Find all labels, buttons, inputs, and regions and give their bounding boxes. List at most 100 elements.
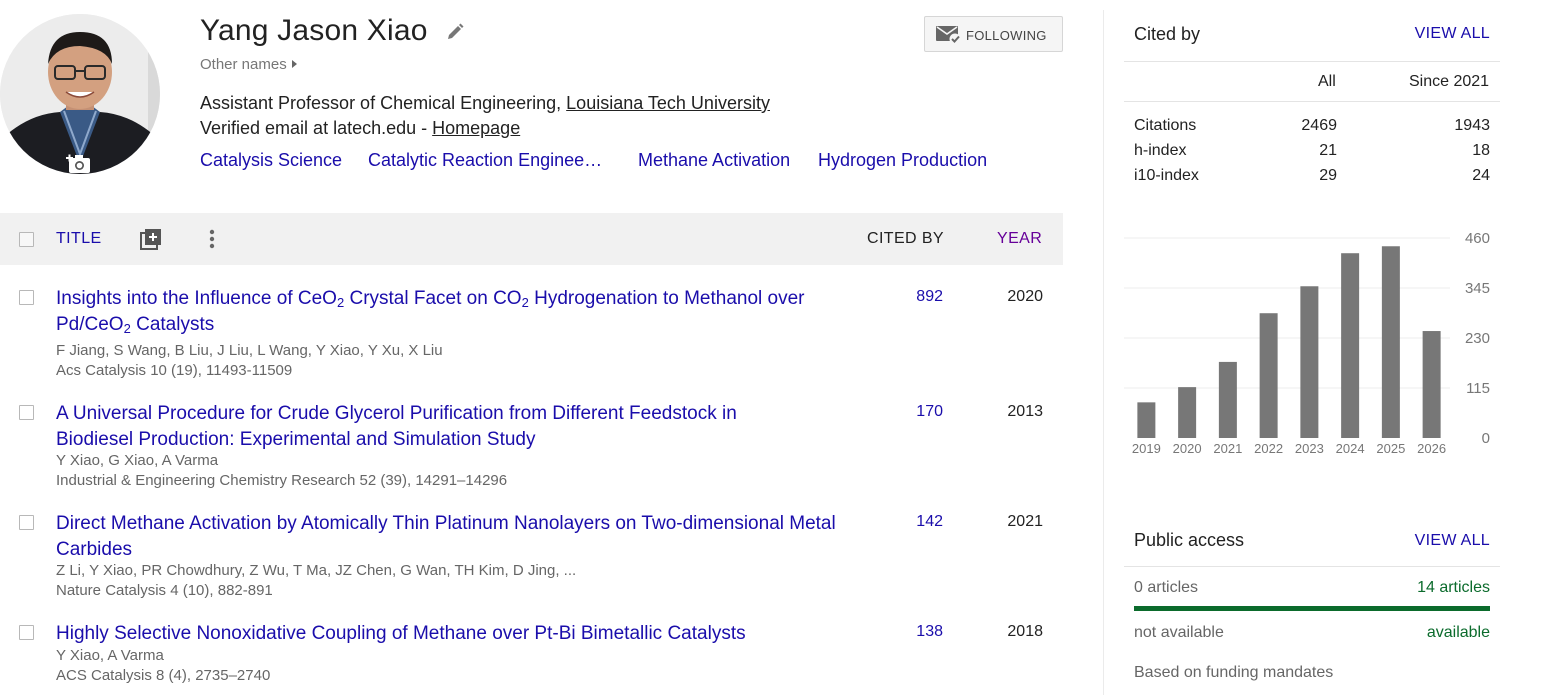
homepage-link[interactable]: Homepage	[432, 118, 520, 138]
x-tick-label: 2024	[1336, 441, 1365, 456]
row-checkbox[interactable]	[19, 625, 34, 640]
title-subscript: 2	[521, 295, 529, 310]
change-photo-camera-icon[interactable]	[66, 153, 92, 174]
bar-2022[interactable]	[1259, 313, 1278, 438]
article-year: 2013	[1007, 403, 1043, 420]
title-subscript: 2	[123, 321, 131, 336]
y-tick-label: 230	[1465, 330, 1490, 347]
article-venue: Industrial & Engineering Chemistry Resea…	[56, 472, 508, 489]
article-year: 2020	[1007, 288, 1043, 305]
stat-label[interactable]: Citations	[1134, 117, 1196, 135]
stat-all-value: 29	[1319, 167, 1337, 184]
cited-by-count[interactable]: 170	[916, 403, 943, 421]
article-authors: Y Xiao, G Xiao, A Varma	[56, 452, 219, 469]
stat-label[interactable]: i10-index	[1134, 167, 1199, 185]
stat-label[interactable]: h-index	[1134, 142, 1186, 160]
following-button[interactable]: FOLLOWING	[924, 16, 1063, 52]
article-title-link[interactable]: Insights into the Influence of CeO 2 Crys…	[56, 286, 856, 338]
verified-email: Verified email at latech.edu - Homepage	[200, 118, 520, 139]
divider	[1124, 566, 1500, 567]
citations-per-year-chart: 0 115 230 345 460 2019 2020 2021 2022 2023 2024 202…	[1124, 230, 1490, 456]
row-checkbox[interactable]	[19, 515, 34, 530]
more-vert-icon[interactable]	[203, 227, 221, 251]
other-names-toggle[interactable]: Other names	[200, 56, 297, 73]
bar-2021[interactable]	[1218, 361, 1237, 438]
affiliation-text: Assistant Professor of Chemical Engineer…	[200, 93, 567, 113]
bar-2020[interactable]	[1178, 387, 1197, 438]
article-title-link[interactable]: Highly Selective Nonoxidative Coupling o…	[56, 621, 856, 647]
bar-2023[interactable]	[1300, 286, 1319, 438]
x-tick-label: 2026	[1417, 441, 1446, 456]
panel-divider	[1103, 10, 1104, 695]
interest-methane-activation[interactable]: Methane Activation	[638, 150, 790, 171]
cited-by-count[interactable]: 142	[916, 513, 943, 531]
public-access-bar	[1134, 606, 1490, 611]
profile-photo[interactable]	[0, 14, 160, 174]
title-text: Catalysts	[130, 314, 215, 335]
cited-by-view-all[interactable]: VIEW ALL	[1415, 25, 1490, 43]
article-authors: Z Li, Y Xiao, PR Chowdhury, Z Wu, T Ma, …	[56, 562, 577, 579]
y-tick-label: 115	[1466, 380, 1490, 397]
y-tick-label: 460	[1465, 230, 1490, 247]
interest-catalytic-reaction-engineering[interactable]: Catalytic Reaction Enginee…	[368, 150, 602, 171]
article-venue: Acs Catalysis 10 (19), 11493-11509	[56, 362, 293, 379]
cited-by-count[interactable]: 138	[916, 623, 943, 641]
articles-table-header: TITLE CITED BY YEAR	[0, 213, 1063, 265]
available-count: 14 articles	[1417, 579, 1490, 596]
bar-2019[interactable]	[1137, 402, 1156, 438]
other-names-label: Other names	[200, 56, 287, 73]
cited-by-count[interactable]: 892	[916, 288, 943, 306]
select-all-checkbox[interactable]	[19, 232, 34, 247]
col-since-header: Since 2021	[1409, 73, 1490, 90]
title-text: Crystal Facet on CO	[344, 288, 522, 309]
not-available-label: not available	[1134, 624, 1224, 641]
y-tick-label: 345	[1465, 280, 1490, 297]
profile-photo-image	[0, 14, 160, 174]
sort-by-year[interactable]: YEAR	[997, 230, 1042, 248]
title-text: Insights into the Influence of CeO	[56, 288, 337, 309]
edit-pencil-icon[interactable]	[445, 22, 465, 42]
stat-all-value: 21	[1319, 142, 1337, 159]
affiliation-link[interactable]: Louisiana Tech University	[566, 93, 770, 113]
x-tick-label: 2019	[1132, 441, 1161, 456]
not-available-count: 0 articles	[1134, 579, 1199, 596]
y-tick-label: 0	[1482, 430, 1490, 447]
article-authors: F Jiang, S Wang, B Liu, J Liu, L Wang, Y…	[56, 342, 443, 359]
mail-check-icon	[936, 26, 961, 45]
article-venue: Nature Catalysis 4 (10), 882-891	[56, 582, 273, 599]
article-title-link[interactable]: A Universal Procedure for Crude Glycerol…	[56, 401, 816, 453]
email-text: Verified email at latech.edu -	[200, 118, 433, 138]
interest-hydrogen-production[interactable]: Hydrogen Production	[818, 150, 987, 171]
article-year: 2018	[1007, 623, 1043, 640]
caret-right-icon	[291, 60, 297, 68]
divider	[1124, 101, 1500, 102]
funding-mandates-note: Based on funding mandates	[1134, 664, 1334, 681]
x-tick-label: 2022	[1254, 441, 1283, 456]
x-tick-label: 2021	[1213, 441, 1242, 456]
sort-by-title[interactable]: TITLE	[56, 230, 102, 248]
available-label: available	[1426, 624, 1490, 641]
article-title-link[interactable]: Direct Methane Activation by Atomically …	[56, 511, 846, 563]
public-access-view-all[interactable]: VIEW ALL	[1415, 532, 1490, 550]
row-checkbox[interactable]	[19, 405, 34, 420]
interest-catalysis-science[interactable]: Catalysis Science	[200, 150, 342, 171]
stat-since-value: 1943	[1454, 117, 1490, 134]
article-authors: Y Xiao, A Varma	[56, 647, 164, 664]
stat-since-value: 24	[1472, 167, 1490, 184]
bar-2026[interactable]	[1422, 331, 1441, 438]
profile-name: Yang Jason Xiao	[200, 14, 428, 47]
row-checkbox[interactable]	[19, 290, 34, 305]
sort-by-cited[interactable]: CITED BY	[867, 230, 944, 248]
stat-since-value: 18	[1472, 142, 1490, 159]
bar-2024[interactable]	[1341, 253, 1360, 438]
cited-by-title: Cited by	[1134, 24, 1201, 44]
following-label: FOLLOWING	[966, 28, 1047, 43]
article-year: 2021	[1007, 513, 1043, 530]
affiliation: Assistant Professor of Chemical Engineer…	[200, 93, 770, 114]
public-access-title: Public access	[1134, 530, 1245, 550]
bar-2025[interactable]	[1381, 246, 1400, 438]
x-tick-label: 2020	[1173, 441, 1202, 456]
col-all-header: All	[1318, 73, 1336, 90]
add-to-library-icon[interactable]	[139, 227, 163, 251]
divider	[1124, 61, 1500, 62]
